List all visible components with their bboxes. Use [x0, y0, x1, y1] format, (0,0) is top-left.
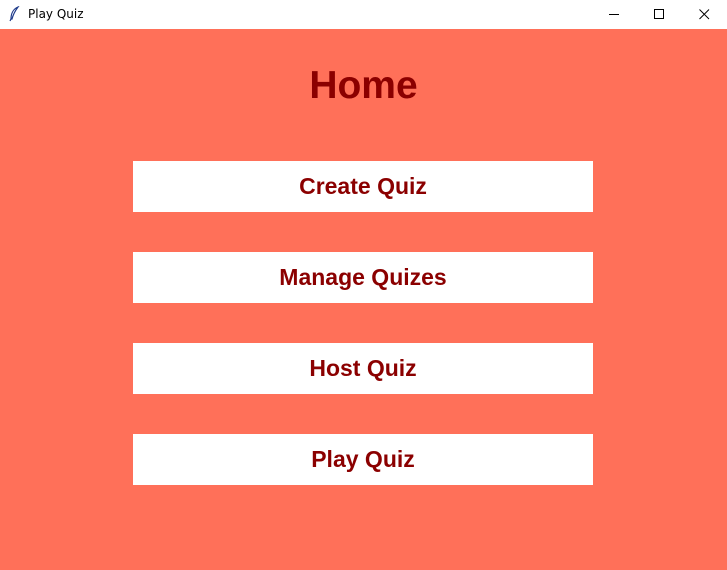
page-title: Home [309, 64, 418, 107]
main-content: Home Create Quiz Manage Quizes Host Quiz… [0, 29, 727, 570]
host-quiz-button[interactable]: Host Quiz [133, 343, 593, 394]
feather-icon [8, 5, 20, 22]
create-quiz-button[interactable]: Create Quiz [133, 161, 593, 212]
close-icon [699, 9, 710, 20]
maximize-icon [654, 9, 664, 19]
minimize-button[interactable] [591, 0, 637, 29]
maximize-button[interactable] [636, 0, 682, 29]
manage-quizes-button[interactable]: Manage Quizes [133, 252, 593, 303]
window-titlebar[interactable]: Play Quiz [0, 0, 727, 29]
play-quiz-button[interactable]: Play Quiz [133, 434, 593, 485]
close-button[interactable] [681, 0, 727, 29]
window-title: Play Quiz [28, 7, 84, 21]
minimize-icon [609, 14, 619, 15]
